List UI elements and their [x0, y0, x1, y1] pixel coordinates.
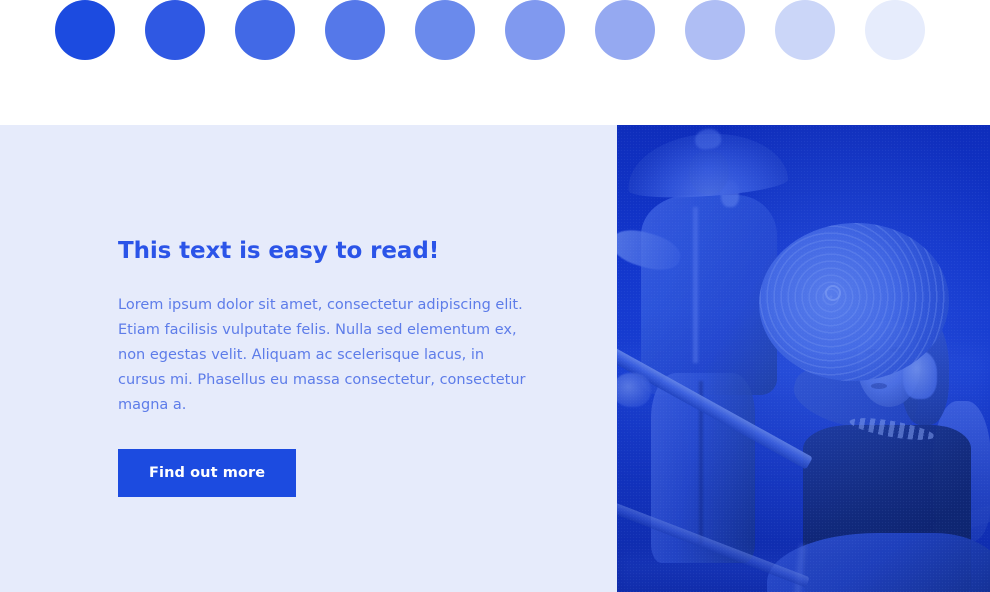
hero-body-text: Lorem ipsum dolor sit amet, consectetur …	[118, 296, 526, 413]
find-out-more-button[interactable]: Find out more	[118, 448, 297, 497]
color-swatch-blue-100[interactable]	[775, 0, 835, 60]
color-swatch-blue-700[interactable]	[235, 0, 295, 60]
hero-text-panel: This text is easy to read! Lorem ipsum d…	[0, 125, 617, 592]
color-swatch-blue-600[interactable]	[325, 0, 385, 60]
page-root: This text is easy to read! Lorem ipsum d…	[0, 0, 990, 592]
duotone-photo	[617, 125, 990, 592]
swatch-row	[55, 0, 925, 60]
hero-title: This text is easy to read!	[118, 238, 440, 264]
hero-text-content: This text is easy to read! Lorem ipsum d…	[118, 238, 538, 497]
color-swatch-blue-900[interactable]	[55, 0, 115, 60]
hero-section: This text is easy to read! Lorem ipsum d…	[0, 125, 990, 592]
hero-image-panel	[617, 125, 990, 592]
photo-right-figure-lips	[871, 383, 887, 389]
photo-left-figure-hand	[617, 373, 651, 407]
photo-left-figure-body	[641, 195, 777, 395]
color-swatch-blue-800[interactable]	[145, 0, 205, 60]
color-swatch-blue-200[interactable]	[685, 0, 745, 60]
color-swatch-blue-050[interactable]	[865, 0, 925, 60]
color-swatch-blue-500[interactable]	[415, 0, 475, 60]
color-swatch-blue-400[interactable]	[505, 0, 565, 60]
color-palette-strip	[0, 0, 990, 125]
photo-right-figure-hat-knob	[825, 285, 841, 301]
color-swatch-blue-300[interactable]	[595, 0, 655, 60]
